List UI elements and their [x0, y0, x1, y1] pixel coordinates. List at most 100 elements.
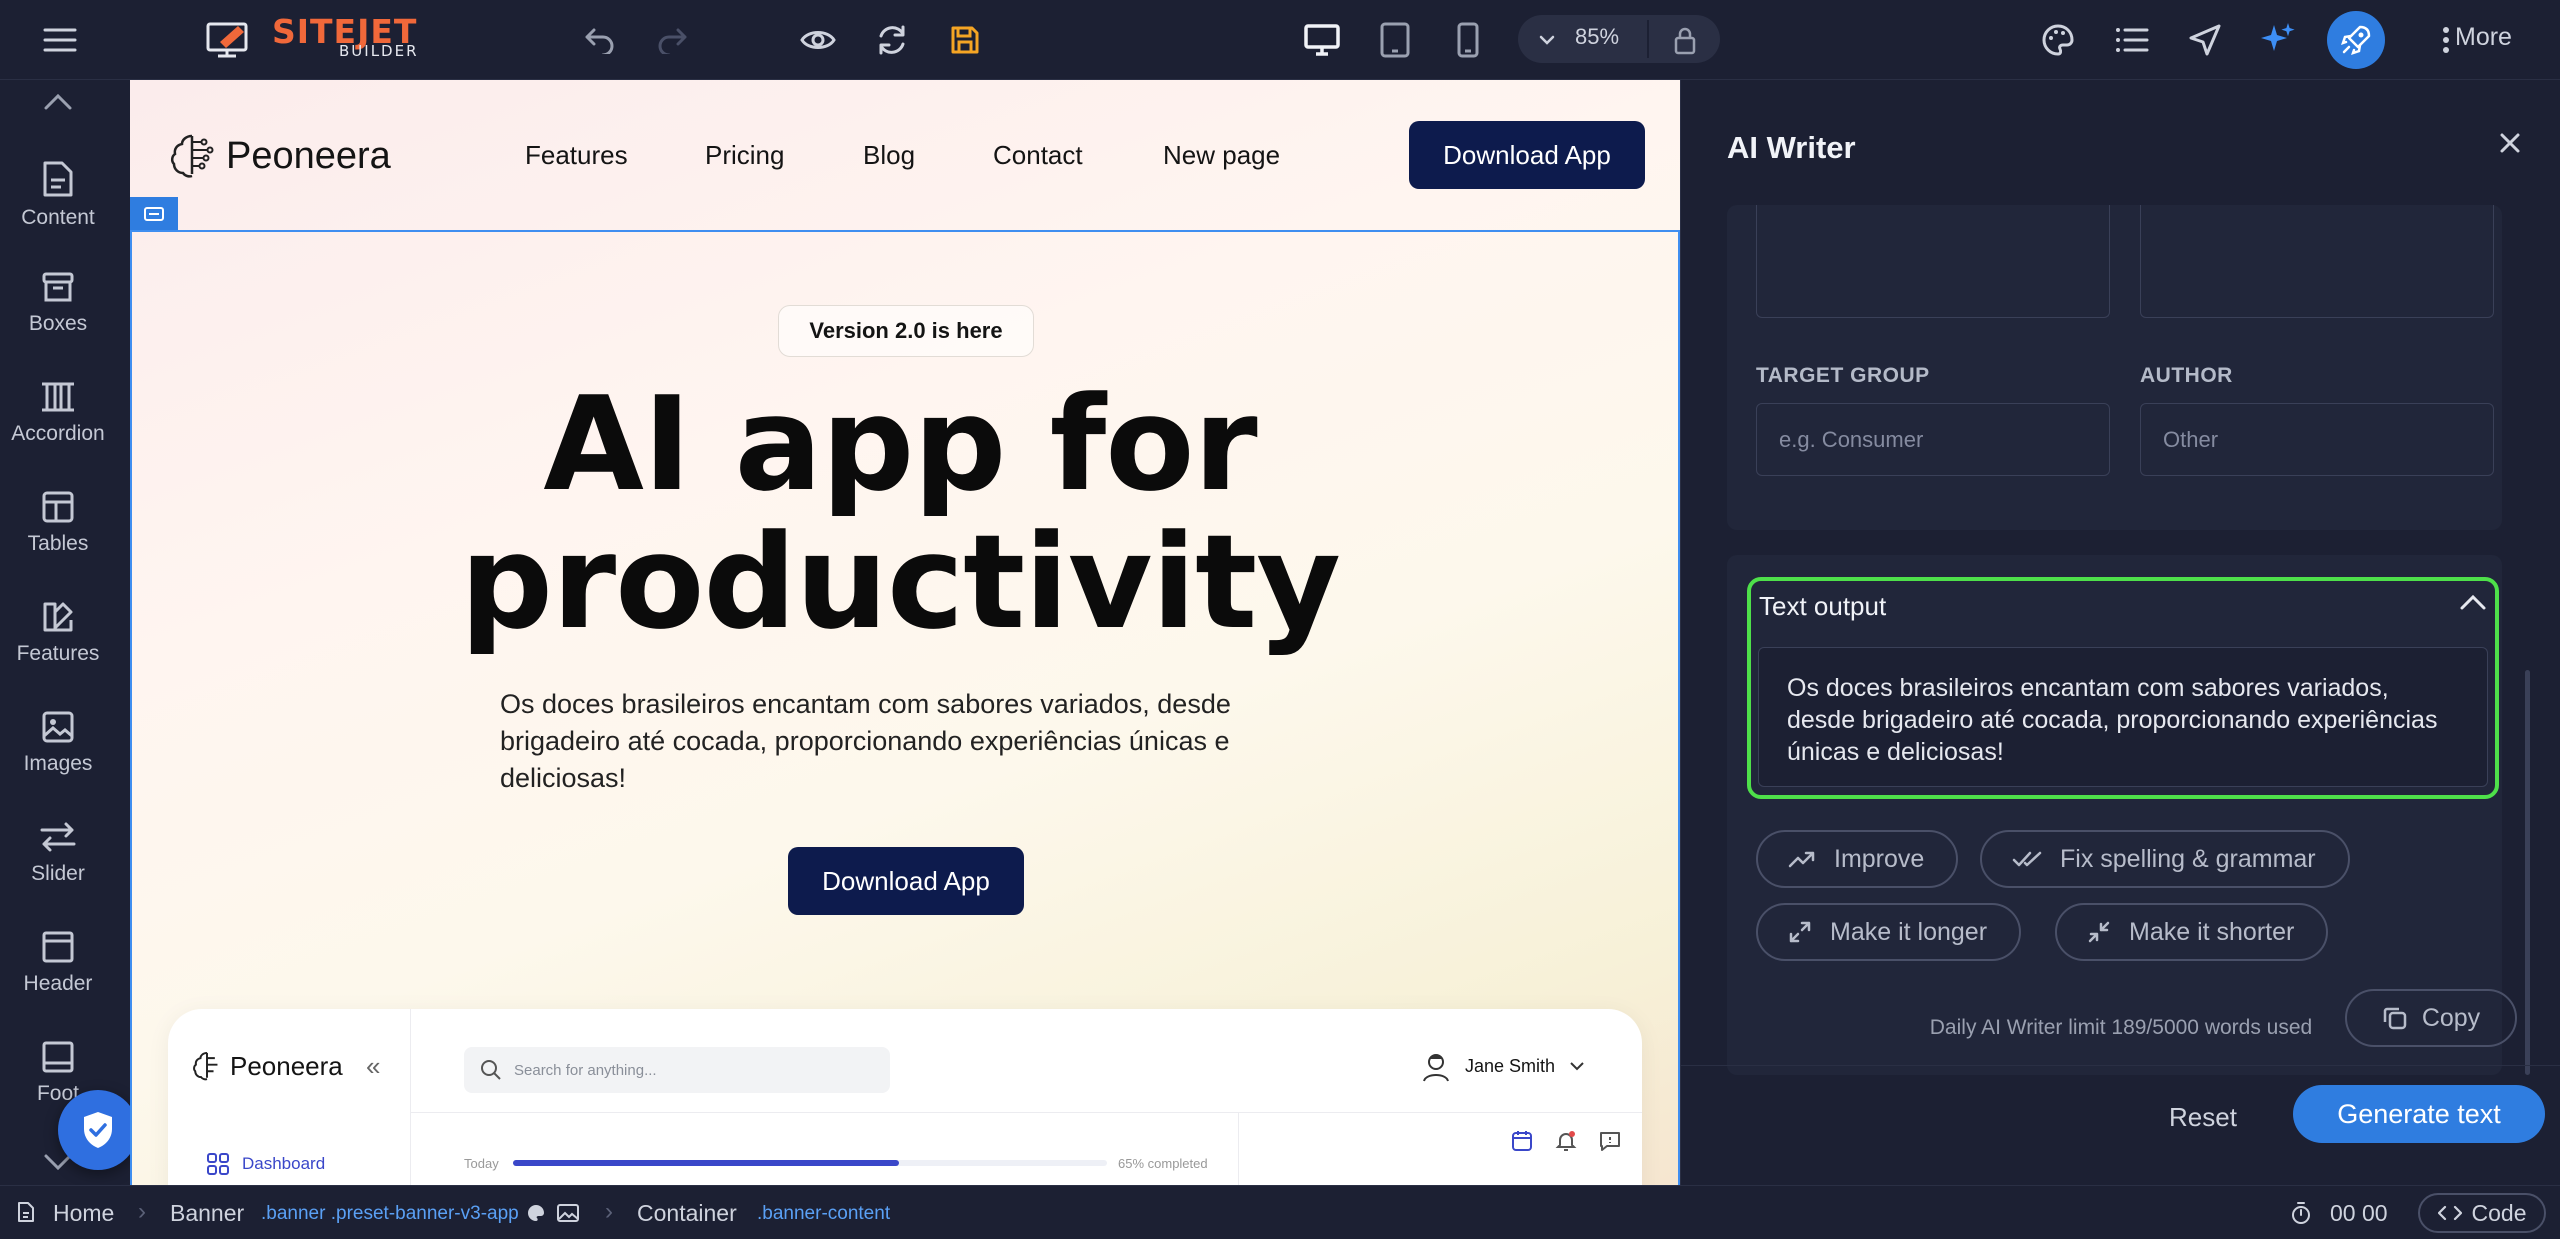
sidebar-item-features[interactable]: Features: [0, 596, 116, 696]
field-above-left[interactable]: [1756, 205, 2110, 318]
page-preview-canvas[interactable]: Peoneera Features Pricing Blog Contact N…: [130, 80, 1680, 1185]
author-select[interactable]: Other: [2140, 403, 2494, 476]
element-sidebar: Content Boxes Accordion Tables Features …: [0, 80, 130, 1185]
author-label: AUTHOR: [2140, 364, 2233, 387]
more-vertical-icon[interactable]: [2436, 0, 2456, 80]
sidebar-item-boxes[interactable]: Boxes: [0, 266, 116, 366]
timer-value: 00 00: [2330, 1200, 2388, 1226]
sidebar-item-tables[interactable]: Tables: [0, 486, 116, 586]
undo-icon[interactable]: [580, 0, 620, 80]
make-longer-button[interactable]: Make it longer: [1756, 903, 2022, 961]
dashboard-mockup: Peoneera « Dashboard Search for anything…: [168, 1009, 1642, 1185]
mock-user-name: Jane Smith: [1465, 1055, 1556, 1076]
sidebar-item-label: Content: [21, 206, 95, 229]
calendar-icon: [1512, 1131, 1532, 1151]
mock-progress-fill: [513, 1160, 900, 1166]
lock-icon[interactable]: [1670, 0, 1700, 80]
text-output-area[interactable]: Os doces brasileiros encantam com sabore…: [1758, 647, 2488, 787]
nav-link-contact[interactable]: Contact: [993, 140, 1083, 171]
double-check-icon: [2012, 851, 2042, 867]
improve-label: Improve: [1834, 844, 1925, 873]
slider-icon: [40, 822, 76, 852]
security-shield-button[interactable]: [58, 1090, 138, 1170]
save-icon[interactable]: [945, 0, 985, 80]
mock-search-placeholder: Search for anything...: [514, 1061, 657, 1079]
breadcrumb-banner-classes: .banner .preset-banner-v3-app: [261, 1203, 519, 1224]
chevron-right-icon: ›: [605, 1198, 613, 1225]
reset-button[interactable]: Reset: [2169, 1102, 2237, 1133]
code-button[interactable]: Code: [2418, 1193, 2546, 1233]
redo-icon[interactable]: [652, 0, 692, 80]
text-output-card: Text output Os doces brasileiros encanta…: [1727, 555, 2517, 1075]
sidebar-item-label: Accordion: [11, 422, 105, 445]
refresh-icon[interactable]: [872, 0, 912, 80]
nav-download-button[interactable]: Download App: [1409, 121, 1645, 189]
sidebar-item-images[interactable]: Images: [0, 706, 116, 806]
send-icon[interactable]: [2185, 0, 2225, 80]
hero-subtitle: Os doces brasileiros encantam com sabore…: [500, 689, 1231, 793]
chevron-up-icon[interactable]: [2459, 593, 2487, 616]
chevron-down-icon: [1570, 1062, 1584, 1071]
scroll-up-icon[interactable]: [42, 92, 74, 117]
breadcrumb-container[interactable]: Container: [637, 1200, 737, 1227]
improve-button[interactable]: Improve: [1756, 830, 1959, 888]
publish-rocket-button[interactable]: [2326, 0, 2386, 80]
brain-logo-icon: [170, 134, 214, 178]
site-brand[interactable]: Peoneera: [166, 130, 391, 182]
close-icon[interactable]: [2499, 132, 2521, 159]
list-icon[interactable]: [2112, 0, 2152, 80]
mock-sidebar: Peoneera « Dashboard: [168, 1009, 411, 1185]
nav-link-pricing[interactable]: Pricing: [705, 140, 784, 171]
nav-link-new-page[interactable]: New page: [1163, 140, 1280, 171]
sidebar-item-label: Header: [23, 972, 93, 995]
breadcrumb-home[interactable]: Home: [53, 1200, 114, 1227]
tablet-view-icon[interactable]: [1377, 0, 1413, 80]
panel-scrollbar[interactable]: [2525, 670, 2530, 1075]
make-shorter-button[interactable]: Make it shorter: [2055, 903, 2329, 961]
sidebar-item-label: Images: [23, 752, 93, 775]
nav-link-blog[interactable]: Blog: [863, 140, 915, 171]
chat-icon: [1600, 1132, 1620, 1151]
stopwatch-icon: [2290, 1201, 2312, 1230]
selection-handle[interactable]: [130, 197, 178, 231]
target-group-input[interactable]: e.g. Consumer: [1756, 403, 2110, 476]
hero-download-button[interactable]: Download App: [788, 847, 1024, 915]
logo-subtitle: BUILDER: [339, 42, 419, 60]
generate-text-button[interactable]: Generate text: [2293, 1085, 2545, 1143]
sidebar-item-accordion[interactable]: Accordion: [0, 376, 116, 476]
images-icon: [42, 711, 74, 743]
sidebar-item-content[interactable]: Content: [0, 156, 116, 256]
header-icon: [42, 931, 74, 963]
sidebar-item-header[interactable]: Header: [0, 926, 116, 1026]
version-badge: Version 2.0 is here: [778, 305, 1034, 357]
palette-icon: [527, 1204, 545, 1227]
collapse-icon: [2088, 921, 2110, 943]
hero-title: AI app for productivity: [300, 375, 1500, 651]
mock-header-icons: [1510, 1129, 1622, 1153]
more-button[interactable]: More: [2455, 23, 2512, 52]
grid-icon: [207, 1153, 229, 1175]
breadcrumb-banner[interactable]: Banner: [170, 1200, 244, 1227]
text-output-section: Text output Os doces brasileiros encanta…: [1747, 577, 2499, 799]
mock-brand-name: Peoneera: [230, 1050, 343, 1081]
site-brand-name: Peoneera: [226, 134, 391, 177]
desktop-view-icon[interactable]: [1302, 0, 1342, 80]
mock-brand: Peoneera: [190, 1049, 343, 1083]
sitejet-logo-icon: [204, 0, 254, 80]
fix-grammar-button[interactable]: Fix spelling & grammar: [1980, 830, 2350, 888]
divider: [411, 1112, 1642, 1113]
sidebar-item-label: Features: [16, 642, 100, 665]
avatar: [1423, 1054, 1449, 1082]
preview-eye-icon[interactable]: [798, 0, 838, 80]
palette-icon[interactable]: [2038, 0, 2078, 80]
site-navbar: Peoneera Features Pricing Blog Contact N…: [130, 80, 1680, 230]
chevron-down-icon[interactable]: [1536, 0, 1558, 80]
ai-sparkle-icon[interactable]: [2258, 0, 2298, 80]
field-above-right[interactable]: [2140, 205, 2494, 318]
sidebar-item-slider[interactable]: Slider: [0, 816, 116, 916]
mock-nav-dashboard: Dashboard: [206, 1152, 325, 1176]
mock-progress-bar: [513, 1160, 1107, 1166]
menu-icon[interactable]: [38, 0, 82, 80]
mobile-view-icon[interactable]: [1452, 0, 1484, 80]
nav-link-features[interactable]: Features: [525, 140, 628, 171]
